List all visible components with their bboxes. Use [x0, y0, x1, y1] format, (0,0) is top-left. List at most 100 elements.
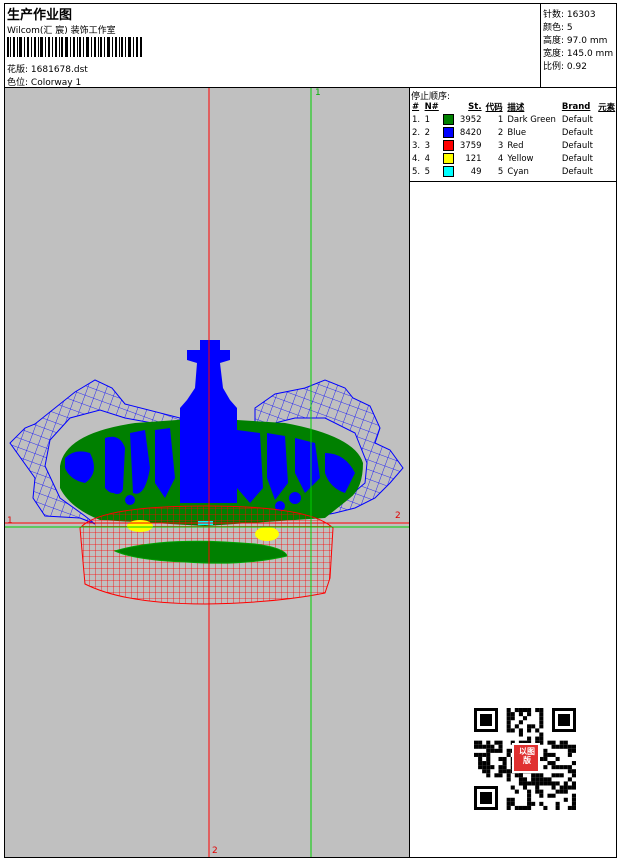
- qr-module: [555, 744, 560, 749]
- table-row[interactable]: 1. 1 3952 1 Dark Green Default: [410, 113, 618, 126]
- qr-module: [535, 773, 540, 778]
- qr-module: [494, 773, 499, 778]
- qr-module: [567, 765, 572, 770]
- qr-module: [482, 752, 487, 757]
- qr-module: [486, 765, 491, 770]
- qr-module: [506, 708, 511, 713]
- qr-module: [571, 801, 576, 806]
- qr-module: [502, 765, 507, 770]
- qr-module: [498, 744, 503, 749]
- qr-module: [486, 744, 491, 749]
- qr-module: [539, 716, 544, 721]
- qr-module: [486, 756, 491, 762]
- qr-module: [498, 740, 503, 745]
- qr-module: [535, 785, 540, 790]
- qr-module: [527, 793, 532, 798]
- col-element: 元素: [598, 102, 616, 113]
- qr-module: [539, 708, 544, 713]
- cell-n: 4: [424, 153, 430, 164]
- qr-module: [563, 744, 568, 749]
- table-row[interactable]: 3. 3 3759 3 Red Default: [410, 139, 618, 152]
- qr-module: [539, 712, 544, 717]
- stat-colors: 颜色: 5: [543, 23, 573, 33]
- qr-module: [571, 781, 576, 786]
- qr-module: [551, 761, 556, 766]
- barcode: [7, 37, 142, 57]
- qr-module: [555, 773, 560, 778]
- qr-module: [527, 712, 532, 717]
- cell-n: 1: [424, 114, 430, 125]
- cell-desc: Dark Green: [507, 114, 556, 125]
- qr-module: [518, 732, 523, 737]
- table-row[interactable]: 2. 2 8420 2 Blue Default: [410, 126, 618, 139]
- qr-module: [531, 773, 536, 778]
- qr-module: [571, 785, 576, 790]
- qr-module: [551, 793, 556, 798]
- qr-module: [571, 748, 576, 753]
- qr-module: [527, 724, 532, 729]
- qr-module: [531, 801, 536, 806]
- cell-brand: Default: [561, 114, 593, 125]
- cell-swatch: [441, 139, 457, 152]
- qr-module: [547, 781, 552, 786]
- qr-module: [547, 777, 552, 782]
- color-swatch: [443, 127, 455, 138]
- qr-module: [559, 765, 564, 770]
- qr-module: [555, 805, 560, 810]
- colorway-label: 色位:: [7, 78, 29, 88]
- qr-module: [551, 740, 556, 745]
- qr-module: [518, 708, 523, 713]
- cell-idx: 4.: [412, 153, 421, 164]
- cell-n: 5: [424, 166, 430, 177]
- qr-module: [555, 765, 560, 770]
- table-header-row: # N# St. 代码 描述 Brand 元素: [410, 100, 618, 113]
- cell-element: [596, 126, 618, 139]
- qr-module: [539, 724, 544, 729]
- table-row[interactable]: 4. 4 121 4 Yellow Default: [410, 152, 618, 165]
- cell-n: 2: [424, 127, 430, 138]
- qr-module: [506, 724, 511, 729]
- qr-module: [486, 740, 491, 745]
- cell-element: [596, 139, 618, 152]
- qr-module: [527, 708, 532, 713]
- table-row[interactable]: 5. 5 49 5 Cyan Default: [410, 165, 618, 178]
- qr-module: [518, 720, 523, 725]
- color-swatch: [443, 140, 455, 151]
- stat-scale: 比例: 0.92: [543, 62, 587, 72]
- qr-module: [527, 728, 532, 733]
- qr-module: [559, 785, 564, 790]
- qr-module: [506, 805, 511, 810]
- qr-module: [506, 720, 511, 725]
- qr-module: [543, 777, 548, 782]
- qr-module: [510, 712, 515, 717]
- qr-module: [539, 793, 544, 798]
- qr-module: [551, 744, 556, 749]
- qr-module: [486, 769, 491, 774]
- qr-module: [547, 761, 552, 766]
- qr-module: [522, 708, 528, 713]
- qr-module: [571, 793, 576, 798]
- qr-module: [571, 773, 576, 778]
- cell-brand: Default: [561, 166, 593, 177]
- qr-module: [555, 756, 560, 762]
- design-label: 花版:: [7, 65, 29, 75]
- qr-module: [498, 765, 503, 770]
- qr-module: [539, 781, 544, 786]
- qr-module: [518, 781, 523, 786]
- design-canvas[interactable]: 1 2 1 2: [5, 88, 409, 857]
- col-needle: N#: [424, 101, 439, 112]
- cell-st: 121: [465, 153, 482, 164]
- col-swatch: [441, 100, 457, 113]
- qr-module: [571, 805, 576, 810]
- qr-module: [527, 797, 532, 802]
- qr-module: [551, 765, 556, 770]
- qr-module: [514, 805, 519, 810]
- qr-module: [559, 789, 564, 794]
- qr-module: [498, 756, 503, 762]
- qr-module: [539, 732, 544, 737]
- qr-module: [539, 736, 544, 741]
- qr-module: [563, 765, 568, 770]
- color-swatch: [443, 114, 455, 125]
- cell-desc: Cyan: [507, 166, 529, 177]
- qr-module: [563, 785, 568, 790]
